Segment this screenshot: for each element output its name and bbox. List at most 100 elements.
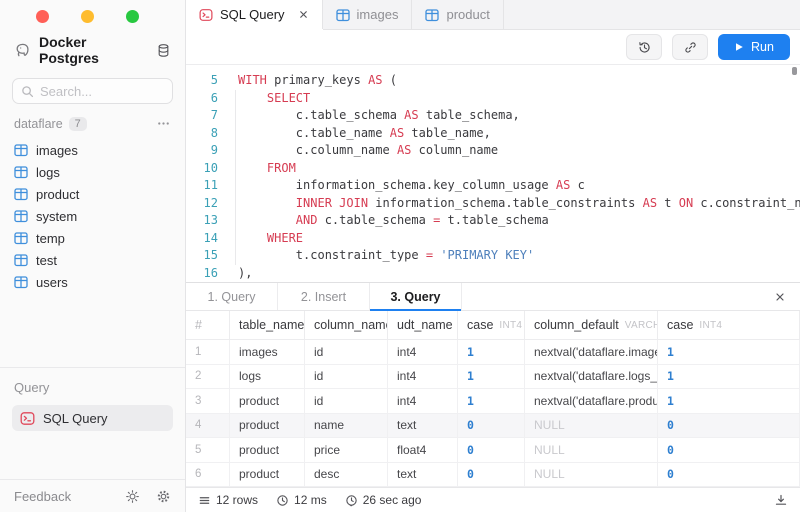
cell[interactable]: int4 xyxy=(388,340,458,364)
cell[interactable]: 1 xyxy=(458,365,525,389)
cell[interactable]: text xyxy=(388,414,458,438)
column-type: VARCHAR xyxy=(625,320,658,331)
cell[interactable]: price xyxy=(305,438,388,462)
result-tab-3-query[interactable]: 3. Query xyxy=(370,283,462,310)
cell[interactable]: int4 xyxy=(388,389,458,413)
column-header-table-name-1[interactable]: table_name... xyxy=(230,311,305,339)
cell[interactable]: 0 xyxy=(458,414,525,438)
cell[interactable]: product xyxy=(230,463,305,487)
history-button[interactable] xyxy=(626,34,662,60)
line-number: 14 xyxy=(186,230,218,248)
table-icon xyxy=(14,253,28,267)
sidebar-item-temp[interactable]: temp xyxy=(0,227,185,249)
table-icon xyxy=(14,275,28,289)
table-icon xyxy=(425,8,439,22)
table-row[interactable]: 1imagesidint41nextval('dataflare.images_… xyxy=(186,340,800,365)
cell[interactable]: 0 xyxy=(458,463,525,487)
cell[interactable]: int4 xyxy=(388,365,458,389)
more-options-icon[interactable] xyxy=(156,116,171,131)
cell[interactable]: 6 xyxy=(186,463,230,487)
cell[interactable]: 0 xyxy=(658,438,800,462)
result-tab-2-insert[interactable]: 2. Insert xyxy=(278,283,370,310)
download-icon[interactable] xyxy=(774,493,788,507)
column-header-column-name-2[interactable]: column_name... xyxy=(305,311,388,339)
cell[interactable]: 1 xyxy=(658,340,800,364)
settings-gear-icon[interactable] xyxy=(156,489,171,504)
sidebar-item-logs[interactable]: logs xyxy=(0,161,185,183)
feedback-link[interactable]: Feedback xyxy=(14,489,71,504)
table-row[interactable]: 4productnametext0NULL0 xyxy=(186,414,800,439)
column-header-rownum[interactable]: # xyxy=(186,311,230,339)
code-text: information_schema.key_column_usage AS c xyxy=(218,177,585,195)
cell[interactable]: 0 xyxy=(658,463,800,487)
window-zoom-button[interactable] xyxy=(126,10,139,23)
link-button[interactable] xyxy=(672,34,708,60)
close-results-icon[interactable] xyxy=(774,291,786,303)
cell[interactable]: id xyxy=(305,389,388,413)
query-section: Query SQL Query xyxy=(0,367,185,479)
tab-sql-query[interactable]: SQL Query xyxy=(186,0,323,29)
search-input[interactable] xyxy=(40,84,164,99)
cell[interactable]: 1 xyxy=(458,340,525,364)
cell[interactable]: nextval('dataflare.product_id_… xyxy=(525,389,658,413)
cell[interactable]: id xyxy=(305,340,388,364)
cell[interactable]: 1 xyxy=(658,389,800,413)
cell[interactable]: product xyxy=(230,438,305,462)
table-row[interactable]: 6productdesctext0NULL0 xyxy=(186,463,800,488)
database-icon[interactable] xyxy=(156,43,171,58)
column-header-case-6[interactable]: caseINT4 xyxy=(658,311,800,339)
column-type: INT4 xyxy=(499,320,522,331)
cell[interactable]: images xyxy=(230,340,305,364)
table-row[interactable]: 3productidint41nextval('dataflare.produc… xyxy=(186,389,800,414)
cell[interactable]: product xyxy=(230,414,305,438)
window-close-button[interactable] xyxy=(36,10,49,23)
sidebar-item-label: temp xyxy=(36,231,65,246)
sidebar-item-test[interactable]: test xyxy=(0,249,185,271)
column-header-case-4[interactable]: caseINT4 xyxy=(458,311,525,339)
cell[interactable]: id xyxy=(305,365,388,389)
cell[interactable]: NULL xyxy=(525,463,658,487)
cell[interactable]: 0 xyxy=(458,438,525,462)
search-box[interactable] xyxy=(12,78,173,104)
window-minimize-button[interactable] xyxy=(81,10,94,23)
cell[interactable]: 1 xyxy=(186,340,230,364)
postgres-logo-icon xyxy=(14,42,31,59)
cell[interactable]: 1 xyxy=(458,389,525,413)
cell[interactable]: 1 xyxy=(658,365,800,389)
table-row[interactable]: 5productpricefloat40NULL0 xyxy=(186,438,800,463)
code-line: 12 INNER JOIN information_schema.table_c… xyxy=(186,195,800,213)
cell[interactable]: 3 xyxy=(186,389,230,413)
toolbar: Run xyxy=(186,30,800,65)
sidebar-item-product[interactable]: product xyxy=(0,183,185,205)
cell[interactable]: text xyxy=(388,463,458,487)
sql-editor[interactable]: 5WITH primary_keys AS (6 SELECT7 c.table… xyxy=(186,65,800,282)
code-text: t.constraint_type = 'PRIMARY KEY' xyxy=(218,247,534,265)
cell[interactable]: desc xyxy=(305,463,388,487)
table-row[interactable]: 2logsidint41nextval('dataflare.logs_id_s… xyxy=(186,365,800,390)
column-header-column-default-5[interactable]: column_defaultVARCHAR xyxy=(525,311,658,339)
cell[interactable]: product xyxy=(230,389,305,413)
close-tab-icon[interactable] xyxy=(298,9,309,20)
cell[interactable]: 5 xyxy=(186,438,230,462)
cell[interactable]: nextval('dataflare.logs_id_seq'… xyxy=(525,365,658,389)
sidebar-item-images[interactable]: images xyxy=(0,139,185,161)
cell[interactable]: name xyxy=(305,414,388,438)
result-tab-1-query[interactable]: 1. Query xyxy=(186,283,278,310)
cell[interactable]: NULL xyxy=(525,438,658,462)
column-header-udt-name-3[interactable]: udt_name... xyxy=(388,311,458,339)
cell[interactable]: float4 xyxy=(388,438,458,462)
theme-toggle-icon[interactable] xyxy=(125,489,140,504)
cell[interactable]: 4 xyxy=(186,414,230,438)
tab-images[interactable]: images xyxy=(323,0,413,29)
sidebar-item-users[interactable]: users xyxy=(0,271,185,293)
cell[interactable]: 2 xyxy=(186,365,230,389)
run-button[interactable]: Run xyxy=(718,34,790,60)
cell[interactable]: nextval('dataflare.images_id_s… xyxy=(525,340,658,364)
cell[interactable]: 0 xyxy=(658,414,800,438)
cell[interactable]: logs xyxy=(230,365,305,389)
editor-scrollbar[interactable] xyxy=(792,67,797,75)
sidebar-item-sql-query[interactable]: SQL Query xyxy=(12,405,173,431)
tab-product[interactable]: product xyxy=(412,0,503,29)
sidebar-item-system[interactable]: system xyxy=(0,205,185,227)
cell[interactable]: NULL xyxy=(525,414,658,438)
